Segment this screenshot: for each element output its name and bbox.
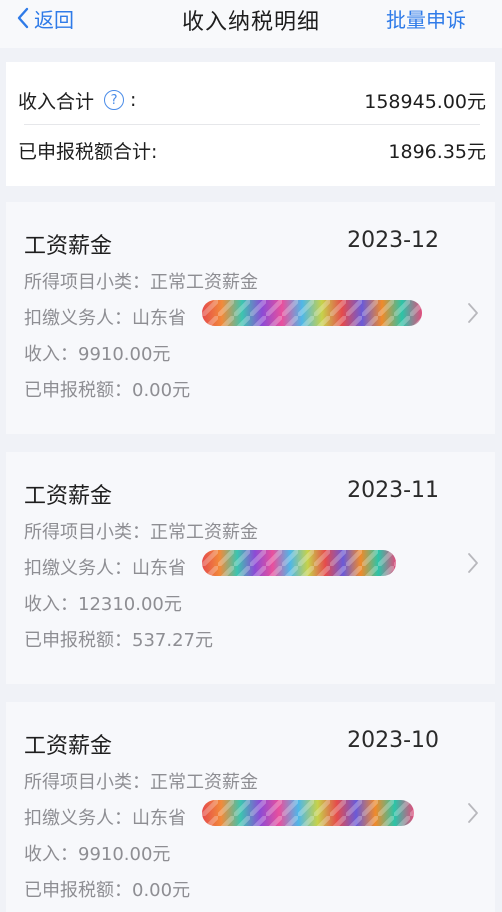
record-subcategory: 所得项目小类：正常工资薪金 <box>24 772 258 793</box>
record-income: 收入：9910.00元 <box>24 344 171 365</box>
income-total-label: 收入合计 <box>18 90 95 113</box>
tax-total-label: 已申报税额合计: <box>18 140 158 163</box>
record-tax: 已申报税额：0.00元 <box>24 880 191 901</box>
record-withholder: 扣缴义务人：山东省 <box>24 808 186 829</box>
record-period: 2023-12 <box>347 228 439 253</box>
record-tax: 已申报税额：0.00元 <box>24 380 191 401</box>
record-income: 收入：12310.00元 <box>24 594 182 615</box>
record-period: 2023-11 <box>347 478 439 503</box>
record-tax: 已申报税额：537.27元 <box>24 630 213 651</box>
record-period: 2023-10 <box>347 728 439 753</box>
record-card[interactable]: 工资薪金 2023-11 所得项目小类：正常工资薪金 扣缴义务人：山东省 收入：… <box>6 452 495 684</box>
income-total-row: 收入合计 ? : 158945.00元 <box>18 82 486 118</box>
record-category: 工资薪金 <box>24 484 113 509</box>
question-circle-icon[interactable]: ? <box>104 90 125 110</box>
nav-bar: 返回 收入纳税明细 批量申诉 <box>0 0 502 48</box>
chevron-right-icon <box>468 303 478 323</box>
record-subcategory: 所得项目小类：正常工资薪金 <box>24 522 258 543</box>
record-card[interactable]: 工资薪金 2023-10 所得项目小类：正常工资薪金 扣缴义务人：山东省 收入：… <box>6 702 495 912</box>
batch-appeal-button[interactable]: 批量申诉 <box>386 4 466 33</box>
colon: : <box>130 89 137 111</box>
divider <box>24 124 480 125</box>
record-category: 工资薪金 <box>24 734 113 759</box>
record-withholder: 扣缴义务人：山东省 <box>24 308 186 329</box>
chevron-right-icon <box>468 553 478 573</box>
tax-total-value: 1896.35元 <box>388 140 486 163</box>
income-total-label-group: 收入合计 ? : <box>18 87 136 114</box>
redaction-mosaic <box>202 300 422 326</box>
tax-total-row: 已申报税额合计: 1896.35元 <box>18 132 486 168</box>
record-subcategory: 所得项目小类：正常工资薪金 <box>24 272 258 293</box>
record-category: 工资薪金 <box>24 234 113 259</box>
chevron-right-icon <box>468 803 478 823</box>
income-total-value: 158945.00元 <box>364 90 486 113</box>
record-income: 收入：9910.00元 <box>24 844 171 865</box>
redaction-mosaic <box>202 800 414 826</box>
redaction-mosaic <box>202 550 396 576</box>
record-withholder: 扣缴义务人：山东省 <box>24 558 186 579</box>
record-card[interactable]: 工资薪金 2023-12 所得项目小类：正常工资薪金 扣缴义务人：山东省 收入：… <box>6 202 495 434</box>
